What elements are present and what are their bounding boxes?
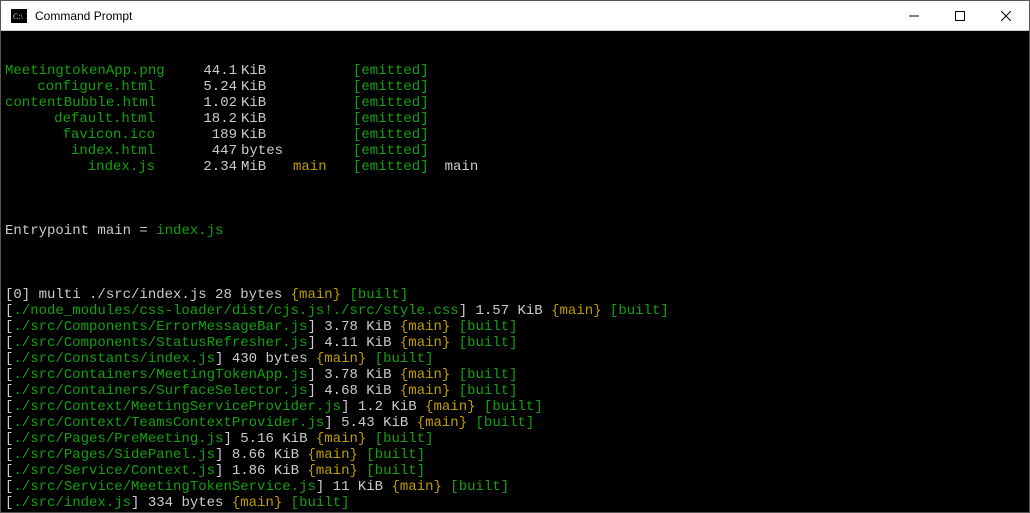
module-row: [./src/Pages/PreMeeting.js] 5.16 KiB {ma… bbox=[5, 431, 1025, 447]
emitted-row: contentBubble.html1.02KiB[emitted] bbox=[5, 95, 1025, 111]
module-row: [./src/Containers/MeetingTokenApp.js] 3.… bbox=[5, 367, 1025, 383]
module-row: [./src/Service/MeetingTokenService.js] 1… bbox=[5, 479, 1025, 495]
modules-block: [0] multi ./src/index.js 28 bytes {main}… bbox=[5, 287, 1025, 512]
module-row: [./src/Components/ErrorMessageBar.js] 3.… bbox=[5, 319, 1025, 335]
module-row: [./src/style.css] 519 bytes {main} [buil… bbox=[5, 511, 1025, 512]
module-row: [./src/Constants/index.js] 430 bytes {ma… bbox=[5, 351, 1025, 367]
module-row: [./node_modules/css-loader/dist/cjs.js!.… bbox=[5, 303, 1025, 319]
window-title: Command Prompt bbox=[35, 9, 132, 23]
module-row: [./src/Components/StatusRefresher.js] 4.… bbox=[5, 335, 1025, 351]
svg-text:C:\: C:\ bbox=[13, 12, 24, 21]
titlebar[interactable]: C:\ Command Prompt bbox=[1, 1, 1029, 31]
module-row: [./src/Context/TeamsContextProvider.js] … bbox=[5, 415, 1025, 431]
module-row: [./src/Context/MeetingServiceProvider.js… bbox=[5, 399, 1025, 415]
terminal-output[interactable]: MeetingtokenApp.png44.1KiB[emitted]confi… bbox=[1, 31, 1029, 512]
emitted-row: default.html18.2KiB[emitted] bbox=[5, 111, 1025, 127]
emitted-row: MeetingtokenApp.png44.1KiB[emitted] bbox=[5, 63, 1025, 79]
command-prompt-window: C:\ Command Prompt MeetingtokenApp.png44… bbox=[0, 0, 1030, 513]
entrypoint-line: Entrypoint main = index.js bbox=[5, 223, 1025, 239]
emitted-block: MeetingtokenApp.png44.1KiB[emitted]confi… bbox=[5, 63, 1025, 175]
emitted-row: configure.html5.24KiB[emitted] bbox=[5, 79, 1025, 95]
module-row: [./src/Service/Context.js] 1.86 KiB {mai… bbox=[5, 463, 1025, 479]
maximize-button[interactable] bbox=[937, 1, 983, 31]
module-row: [./src/index.js] 334 bytes {main} [built… bbox=[5, 495, 1025, 511]
emitted-row: favicon.ico189KiB[emitted] bbox=[5, 127, 1025, 143]
module-row: [./src/Containers/SurfaceSelector.js] 4.… bbox=[5, 383, 1025, 399]
module-row: [./src/Pages/SidePanel.js] 8.66 KiB {mai… bbox=[5, 447, 1025, 463]
cmd-icon: C:\ bbox=[9, 8, 29, 24]
minimize-button[interactable] bbox=[891, 1, 937, 31]
emitted-row: index.html447bytes[emitted] bbox=[5, 143, 1025, 159]
emitted-row: index.js2.34MiBmain[emitted]main bbox=[5, 159, 1025, 175]
module-row: [0] multi ./src/index.js 28 bytes {main}… bbox=[5, 287, 1025, 303]
close-button[interactable] bbox=[983, 1, 1029, 31]
